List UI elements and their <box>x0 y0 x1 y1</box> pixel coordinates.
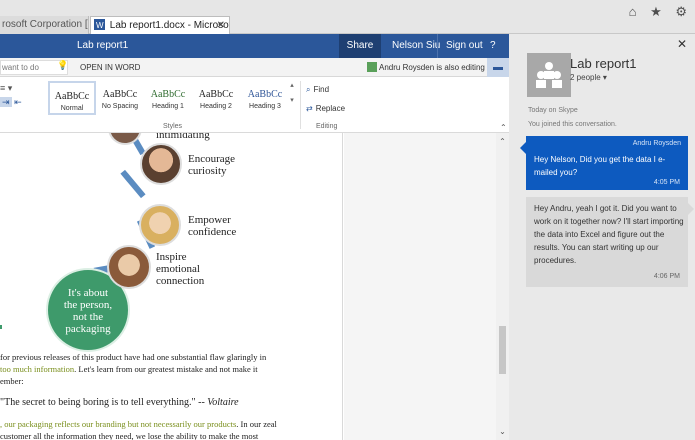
scroll-up-icon[interactable]: ⌃ <box>496 137 509 146</box>
style-sample: AaBbCc <box>150 89 186 100</box>
diagram-label-top: intimidating <box>156 133 210 141</box>
message-sender: Andru Roysden <box>632 140 681 147</box>
style-sample: AaBbCc <box>198 89 234 100</box>
highlighted-text: too much information <box>0 364 75 374</box>
home-icon[interactable]: ⌂ <box>629 4 637 19</box>
message-text: Hey Nelson, Did you get the data I e-mai… <box>534 155 666 177</box>
close-icon[interactable]: ✕ <box>677 37 687 51</box>
browser-chrome: rosoft Corporation [US] ↻ W Lab report1.… <box>0 0 695 34</box>
ltr-paragraph-icon[interactable]: ⇥ ⇤ <box>0 97 22 108</box>
diagram-label-1: Encourage curiosity <box>188 153 236 177</box>
style-heading-1[interactable]: AaBbCc Heading 1 <box>144 81 192 115</box>
style-heading-2[interactable]: AaBbCc Heading 2 <box>192 81 240 115</box>
find-icon: ⌕ <box>306 85 311 94</box>
sign-out-button[interactable]: Sign out <box>437 34 491 58</box>
find-label: Find <box>313 85 330 94</box>
style-sample: AaBbCc <box>247 89 283 100</box>
ribbon-divider <box>300 81 301 129</box>
group-avatar-icon <box>527 53 571 97</box>
body-paragraph-line: for previous releases of this product ha… <box>0 352 267 362</box>
coauthor-editing-indicator[interactable]: Andru Roysden is also editing ▾ <box>367 62 491 72</box>
style-sample: AaBbCc <box>102 89 138 100</box>
ribbon: ≡ ▾ ⇥ ⇤ AaBbCc Normal AaBbCc No Spacing … <box>0 77 509 133</box>
browser-tab-corporation[interactable]: rosoft Corporation [US] ↻ <box>0 16 89 34</box>
editing-group-label: Editing <box>316 123 338 130</box>
document-area: intimidating It's about the person, not … <box>0 133 509 440</box>
style-sample: AaBbCc <box>54 91 90 102</box>
bullet-list-icon[interactable]: ≡ ▾ <box>0 83 12 94</box>
body-paragraph-line: customer all the information they need, … <box>0 431 259 440</box>
participants-dropdown[interactable]: 2 people ▾ <box>570 73 607 82</box>
document-scrollbar[interactable]: ⌃ ⌄ <box>496 133 509 440</box>
message-bubble-tail <box>688 203 694 215</box>
svg-text:W: W <box>96 21 104 30</box>
collapse-ribbon-icon[interactable]: ⌃ <box>500 123 507 132</box>
close-tab-icon[interactable]: ✕ <box>217 17 225 34</box>
quote-author: Voltaire <box>207 397 239 408</box>
conversation-date: Today on Skype <box>528 107 578 114</box>
styles-group-label: Styles <box>163 123 183 130</box>
joined-notice: You joined this conversation. <box>528 121 617 128</box>
favorites-star-icon[interactable]: ★ <box>650 4 662 19</box>
help-button[interactable]: ? <box>490 40 496 51</box>
browser-buttons: ⌂ ★ ⚙ <box>619 4 687 20</box>
open-in-word-button[interactable]: OPEN IN WORD <box>80 63 140 72</box>
style-heading-3[interactable]: AaBbCc Heading 3 <box>241 81 289 115</box>
skype-chat-panel: ✕ Lab report1 2 people ▾ Today on Skype … <box>509 34 695 440</box>
scrollbar-thumb[interactable] <box>499 326 506 374</box>
lightbulb-icon[interactable]: 💡 <box>57 60 68 71</box>
outgoing-message: Hey Andru, yeah I got it. Did you want t… <box>526 197 688 287</box>
diagram-label-3: Inspire emotional connection <box>156 251 205 287</box>
portrait-photo-woman-blonde <box>139 204 181 246</box>
scroll-down-icon[interactable]: ⌄ <box>496 427 509 436</box>
style-name: Normal <box>60 105 84 112</box>
style-name: Heading 2 <box>200 103 232 110</box>
body-paragraph-line: , our packaging reflects our branding bu… <box>0 419 277 429</box>
document-page[interactable]: intimidating It's about the person, not … <box>0 133 343 440</box>
portrait-photo-man <box>140 143 182 185</box>
word-doc-icon: W <box>94 19 105 30</box>
settings-gear-icon[interactable]: ⚙ <box>675 4 687 19</box>
portrait-photo-woman-laughing <box>107 245 151 289</box>
tab-title: Lab report1.docx - Microsof... <box>109 20 230 31</box>
style-name: Heading 1 <box>152 103 184 110</box>
skype-chat-icon[interactable]: ▬ <box>487 58 509 77</box>
document-title[interactable]: Lab report1 <box>77 40 128 51</box>
replace-icon: ⇄ <box>306 104 313 113</box>
body-text: . In our zeal <box>236 419 277 429</box>
browser-tab-lab-report[interactable]: W Lab report1.docx - Microsof... ✕ <box>90 16 230 34</box>
style-name: No Spacing <box>101 103 139 110</box>
body-paragraph-line: too much information. Let's learn from o… <box>0 364 258 374</box>
body-paragraph-line: ember: <box>0 376 24 386</box>
style-name: Heading 3 <box>249 103 281 110</box>
body-text: . Let's learn from our greatest mistake … <box>74 364 258 374</box>
user-name[interactable]: Nelson Siu <box>392 40 440 51</box>
styles-gallery-scroll[interactable]: ▴ ▾ <box>288 81 296 117</box>
message-text: Hey Andru, yeah I got it. Did you want t… <box>534 204 684 265</box>
quote-text: "The secret to being boring is to tell e… <box>0 397 208 408</box>
bullet-marker <box>0 325 2 329</box>
find-button[interactable]: ⌕ Find <box>306 85 329 95</box>
highlighted-text: , our packaging reflects our branding bu… <box>0 419 237 429</box>
word-online-app: Lab report1 Share Nelson Siu Sign out ? … <box>0 34 509 440</box>
style-no-spacing[interactable]: AaBbCc No Spacing <box>96 81 144 115</box>
command-bar: want to do 💡 OPEN IN WORD Andru Roysden … <box>0 58 509 77</box>
page-margin-area <box>344 133 496 440</box>
word-title-bar: Lab report1 Share Nelson Siu Sign out ? <box>0 34 509 58</box>
incoming-message: Andru Roysden Hey Nelson, Did you get th… <box>526 136 688 190</box>
tab-title: rosoft Corporation [US] <box>2 19 88 30</box>
coauthor-avatar-icon <box>367 62 377 72</box>
quote-line: "The secret to being boring is to tell e… <box>0 397 239 408</box>
diagram-center-text: It's about the person, not the packaging <box>63 287 113 335</box>
share-button[interactable]: Share <box>339 34 381 58</box>
replace-button[interactable]: ⇄ Replace <box>306 104 345 113</box>
message-time: 4:06 PM <box>653 273 680 280</box>
conversation-title: Lab report1 <box>570 56 637 71</box>
coauthor-text: Andru Roysden is also editing ▾ <box>379 63 492 72</box>
diagram-label-2: Empower confidence <box>188 214 237 238</box>
message-time: 4:05 PM <box>653 179 680 186</box>
style-normal[interactable]: AaBbCc Normal <box>48 81 96 115</box>
replace-label: Replace <box>315 104 346 113</box>
